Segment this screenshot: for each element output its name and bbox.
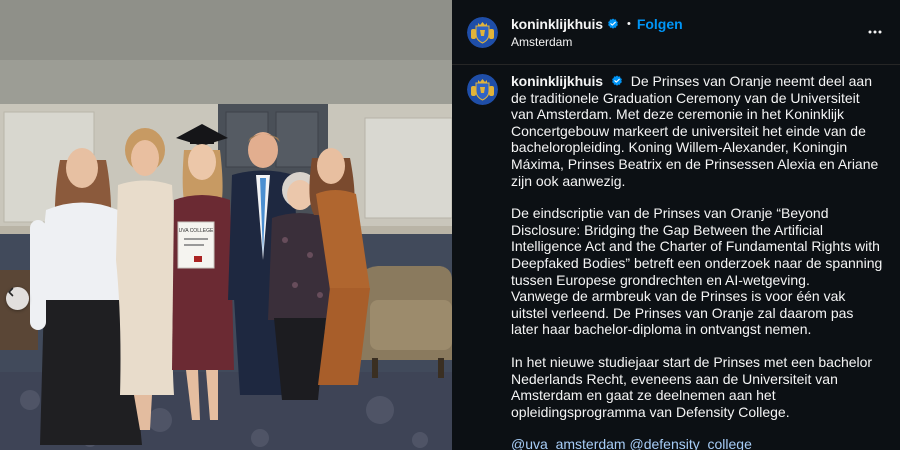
royal-coat-of-arms-avatar (467, 74, 498, 105)
previous-image-button[interactable] (6, 287, 29, 310)
caption-username[interactable]: koninklijkhuis (511, 73, 603, 89)
follow-button[interactable]: Folgen (637, 16, 683, 32)
post-details-panel: koninklijkhuis • Folgen Amsterdam konink… (452, 0, 900, 450)
separator-dot: • (626, 17, 631, 30)
caption-paragraph: koninklijkhuis De Prinses van Oranje nee… (511, 73, 883, 189)
caption-section: koninklijkhuis De Prinses van Oranje nee… (452, 65, 900, 450)
caption-text: De eindscriptie van de Prinses van Oranj… (511, 205, 883, 288)
verified-badge-icon (608, 18, 618, 29)
mention-link[interactable]: @uva_amsterdam (511, 436, 626, 450)
location-link[interactable]: Amsterdam (511, 35, 864, 49)
chevron-left-icon (8, 287, 14, 297)
caption-paragraph: De eindscriptie van de Prinses van Oranj… (511, 205, 883, 338)
avatar[interactable] (467, 16, 498, 48)
post-photo[interactable]: UVA COLLEGE (0, 0, 452, 450)
caption-paragraph: In het nieuwe studiejaar start de Prinse… (511, 354, 883, 420)
post-caption: koninklijkhuis De Prinses van Oranje nee… (511, 73, 883, 450)
caption-text: De Prinses van Oranje neemt deel aan de … (511, 73, 879, 189)
caption-text: In het nieuwe studiejaar start de Prinse… (511, 353, 873, 420)
mention-link[interactable]: @defensity_college (629, 436, 751, 450)
caption-text: Vanwege de armbreuk van de Prinses is vo… (511, 288, 854, 338)
photo-illustration: UVA COLLEGE (0, 0, 452, 450)
caption-avatar[interactable] (467, 74, 498, 105)
verified-badge-icon (611, 75, 622, 86)
more-horizontal-icon (868, 30, 882, 34)
diploma-heading: UVA COLLEGE (179, 228, 214, 234)
caption-mentions: @uva_amsterdam @defensity_college (511, 436, 883, 450)
royal-coat-of-arms-avatar (467, 16, 498, 48)
more-options-button[interactable] (864, 22, 886, 42)
post-header: koninklijkhuis • Folgen Amsterdam (452, 0, 900, 65)
instagram-post: UVA COLLEGE koninklijkhuis • Folgen Amst… (0, 0, 900, 450)
account-username[interactable]: koninklijkhuis (511, 16, 603, 32)
